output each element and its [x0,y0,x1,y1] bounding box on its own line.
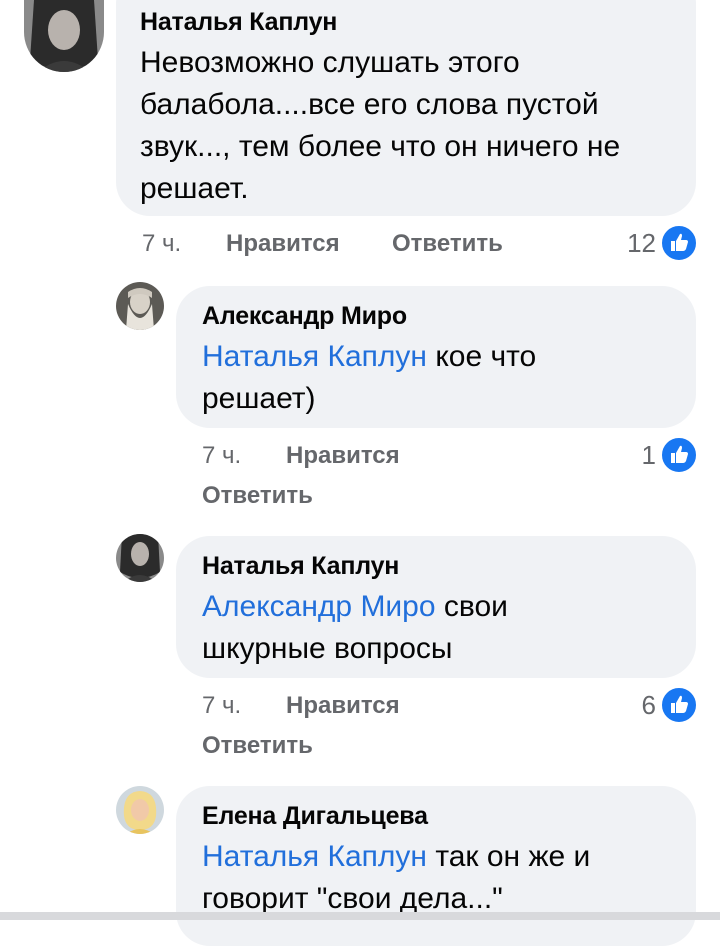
mention-link[interactable]: Наталья Каплун [202,840,427,873]
thumbs-up-icon [660,224,698,262]
like-count[interactable]: 6 [600,690,656,721]
woman-portrait-avatar-icon [116,534,164,582]
comment-time[interactable]: 7 ч. [202,442,241,470]
reply-button[interactable]: Ответить [392,230,503,258]
comment-time[interactable]: 7 ч. [202,692,241,720]
comment-text-line: звук..., тем более что он ничего не [140,130,621,163]
comment-text-line: решает) [202,382,316,415]
mention-link[interactable]: Наталья Каплун [202,340,427,373]
avatar[interactable] [116,786,164,834]
mention-link[interactable]: Александр Миро [202,590,436,623]
avatar[interactable] [116,282,164,330]
like-count[interactable]: 1 [600,440,656,471]
comment-author[interactable]: Наталья Каплун [202,552,399,581]
comment-text-fragment: кое что [426,340,537,373]
like-count[interactable]: 12 [600,228,656,259]
blonde-woman-avatar-icon [116,786,164,834]
reply-button[interactable]: Ответить [202,732,313,760]
comment-text: Александр Миро свои шкурные вопросы [202,586,682,670]
comment-text-line: балабола....все его слова пустой [140,88,599,121]
bearded-man-avatar-icon [116,282,164,330]
like-button[interactable]: Нравится [286,442,400,470]
thumbs-up-icon [660,686,698,724]
comment-text-line: Александр Миро свои [202,586,682,628]
reply-button[interactable]: Ответить [202,482,313,510]
comment-author[interactable]: Наталья Каплун [140,8,337,37]
comment-text-fragment: свои [435,590,508,623]
comment-author[interactable]: Елена Дигальцева [202,802,428,831]
comment-text-line: шкурные вопросы [202,632,453,665]
comment-text-line: Наталья Каплун так он же и [202,836,682,878]
comment-text-line: Невозможно слушать этого [140,46,520,79]
avatar[interactable] [116,534,164,582]
comment-text-line: решает. [140,172,249,205]
avatar[interactable] [24,0,104,72]
like-button[interactable]: Нравится [226,230,340,258]
comment-text-line: Наталья Каплун кое что [202,336,682,378]
comment-author[interactable]: Александр Миро [202,302,407,331]
comment-text: Наталья Каплун так он же и говорит "свои… [202,836,682,920]
bottom-divider [0,912,720,920]
woman-portrait-avatar-icon [24,0,104,72]
comment-text: Невозможно слушать этого балабола....все… [140,42,680,210]
thumbs-up-icon [660,436,698,474]
comment-text-fragment: так он же и [426,840,591,873]
like-button[interactable]: Нравится [286,692,400,720]
comment-time[interactable]: 7 ч. [142,230,181,258]
comment-text: Наталья Каплун кое что решает) [202,336,682,420]
